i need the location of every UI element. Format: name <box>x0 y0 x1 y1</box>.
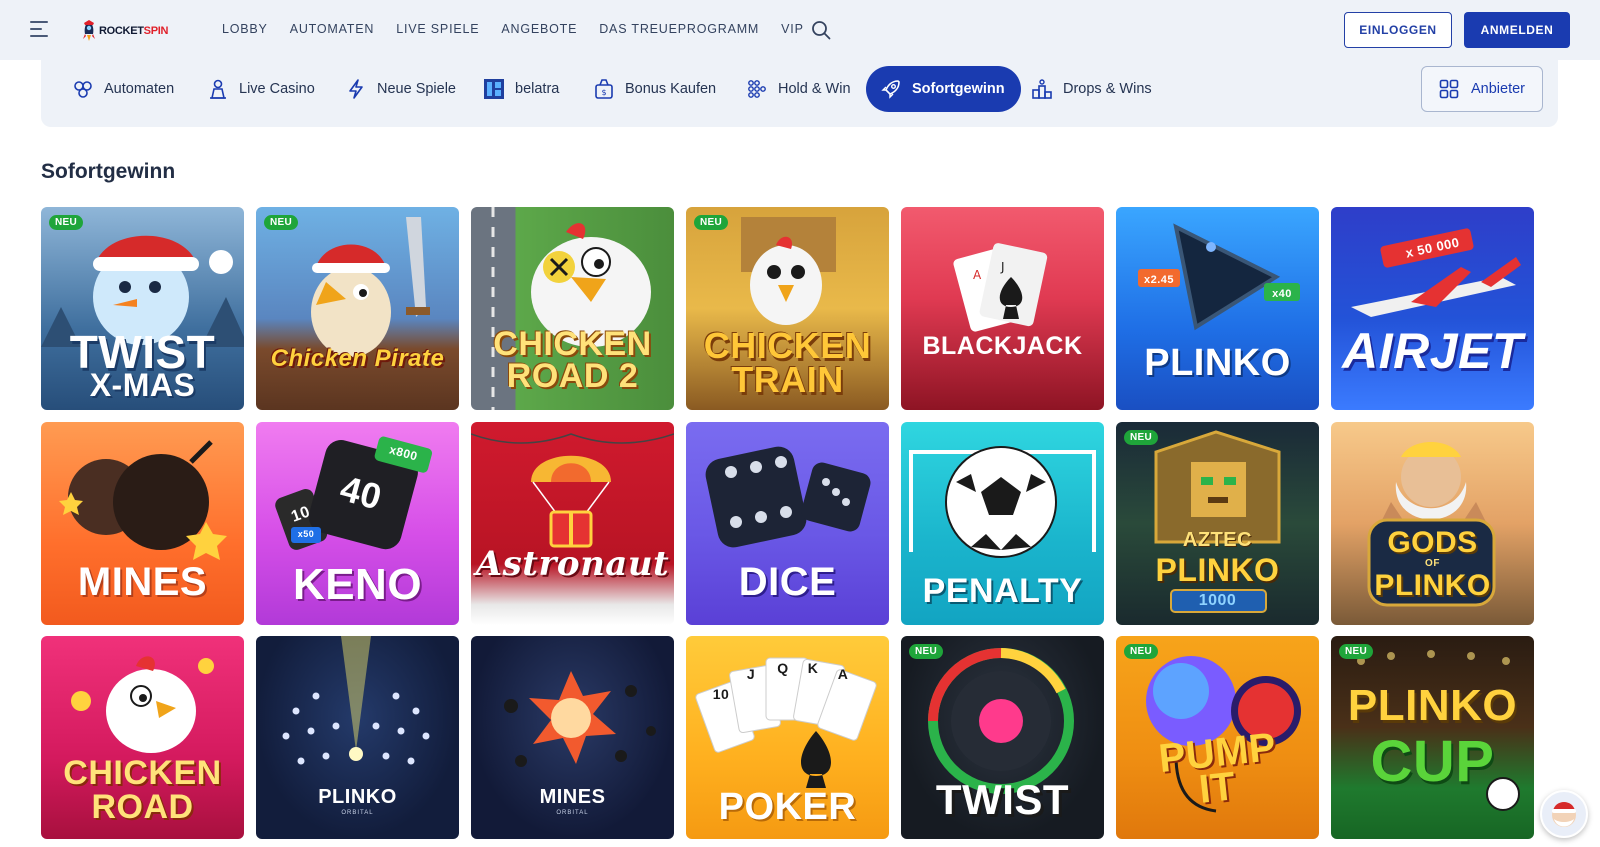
rocket-logo-icon <box>83 20 95 41</box>
category-hold-win[interactable]: Hold & Win <box>746 66 851 112</box>
category-neue-spiele[interactable]: Neue Spiele <box>345 66 456 112</box>
support-chat-button[interactable] <box>1540 790 1588 838</box>
nav-lobby[interactable]: LOBBY <box>222 22 268 36</box>
game-airjet[interactable]: x 50 000 AIRJET <box>1331 207 1534 410</box>
svg-text:$: $ <box>601 88 606 97</box>
nav-live-spiele[interactable]: LIVE SPIELE <box>396 22 479 36</box>
game-dice[interactable]: DICE <box>686 422 889 625</box>
menu-icon[interactable] <box>30 21 48 37</box>
santa-avatar-icon <box>1552 802 1576 827</box>
game-twist[interactable]: NEU TWIST <box>901 636 1104 839</box>
category-bar: Automaten Live Casino Neue Spiele belatr… <box>41 60 1558 127</box>
game-art <box>471 433 674 548</box>
nav-angebote[interactable]: ANGEBOTE <box>501 22 577 36</box>
game-plinko[interactable]: x2.45 x40 PLINKO <box>1116 207 1319 410</box>
category-automaten[interactable]: Automaten <box>72 66 174 112</box>
game-pump-it[interactable]: NEU PUMP IT <box>1116 636 1319 839</box>
game-blackjack[interactable]: A J BLACKJACK <box>901 207 1104 410</box>
top-header: ROCKETSPIN LOBBY AUTOMATEN LIVE SPIELE A… <box>0 0 1600 60</box>
register-button[interactable]: ANMELDEN <box>1464 12 1570 48</box>
game-art: A J <box>953 243 1048 332</box>
game-keno[interactable]: 40 x800 10 x50 KENO <box>256 422 459 625</box>
search-icon[interactable] <box>811 20 831 40</box>
game-gods-of-plinko[interactable]: GODS OF PLINKO <box>1331 422 1534 625</box>
site-logo[interactable]: ROCKETSPIN <box>81 19 168 43</box>
game-twist-xmas[interactable]: NEU TWIST X-MAS <box>41 207 244 410</box>
slot-icon <box>74 81 92 98</box>
podium-icon <box>1032 79 1052 99</box>
category-sofortgewinn[interactable]: Sofortgewinn <box>866 66 1021 112</box>
category-live-casino[interactable]: Live Casino <box>207 66 315 112</box>
category-belatra[interactable]: belatra <box>483 66 559 112</box>
svg-text:A: A <box>973 268 982 282</box>
new-badge: NEU <box>1339 644 1374 659</box>
svg-text:J: J <box>1000 260 1005 274</box>
game-mines-orbital[interactable]: MINES ORBITAL <box>471 636 674 839</box>
providers-button[interactable]: Anbieter <box>1421 66 1543 112</box>
category-drops-wins[interactable]: Drops & Wins <box>1031 66 1152 112</box>
game-plinko-orbital[interactable]: PLINKO ORBITAL <box>256 636 459 839</box>
game-poker[interactable]: 10 J Q K A POKER <box>686 636 889 839</box>
new-badge: NEU <box>1124 430 1159 445</box>
section-title: Sofortgewinn <box>41 160 176 183</box>
game-chicken-road[interactable]: CHICKEN ROAD <box>41 636 244 839</box>
new-badge: NEU <box>49 215 84 230</box>
grid-icon <box>1439 79 1459 99</box>
game-art <box>311 217 430 357</box>
lightning-icon <box>349 79 363 99</box>
new-badge: NEU <box>694 215 729 230</box>
category-bonus-kaufen[interactable]: $ Bonus Kaufen <box>593 66 716 112</box>
new-badge: NEU <box>1124 644 1159 659</box>
game-chicken-train[interactable]: NEU CHICKEN TRAIN <box>686 207 889 410</box>
game-astronaut[interactable]: Astronaut <box>471 422 674 625</box>
belatra-logo-icon <box>484 79 504 99</box>
rocket-icon <box>881 80 900 99</box>
new-badge: NEU <box>264 215 299 230</box>
login-button[interactable]: EINLOGGEN <box>1344 12 1452 48</box>
game-penalty[interactable]: PENALTY <box>901 422 1104 625</box>
main-nav: LOBBY AUTOMATEN LIVE SPIELE ANGEBOTE DAS… <box>222 22 826 36</box>
nav-treueprogramm[interactable]: DAS TREUEPROGRAMM <box>599 22 759 36</box>
game-plinko-cup[interactable]: NEU PLINKO CUP <box>1331 636 1534 839</box>
dealer-icon <box>210 79 226 99</box>
nav-vip[interactable]: VIP <box>781 22 804 36</box>
nav-automaten[interactable]: AUTOMATEN <box>290 22 375 36</box>
dots-grid-icon <box>748 80 766 98</box>
game-chicken-pirate[interactable]: NEU Chicken Pirate <box>256 207 459 410</box>
new-badge: NEU <box>909 644 944 659</box>
game-mines[interactable]: MINES <box>41 422 244 625</box>
game-aztec-plinko[interactable]: NEU AZTEC PLINKO 1000 <box>1116 422 1319 625</box>
game-chicken-road-2[interactable]: CHICKEN ROAD 2 <box>471 207 674 410</box>
bag-icon: $ <box>595 79 613 99</box>
